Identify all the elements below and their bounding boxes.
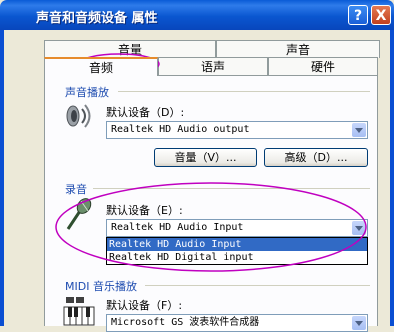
- chevron-down-icon[interactable]: [352, 316, 366, 330]
- speaker-icon: [66, 104, 91, 128]
- midi-icon: [63, 297, 95, 326]
- recording-device-list[interactable]: Realtek HD Audio Input Realtek HD Digita…: [106, 237, 368, 265]
- playback-device-value: Realtek HD Audio output: [111, 124, 250, 135]
- microphone-icon: [66, 198, 92, 230]
- close-button[interactable]: X: [371, 5, 391, 25]
- tab-hardware[interactable]: 硬件: [268, 57, 378, 75]
- sound-playback-group-label: 声音播放: [65, 86, 109, 99]
- group-separator: [145, 285, 370, 286]
- tab-audio[interactable]: 音频: [44, 57, 158, 76]
- group-separator: [93, 188, 370, 189]
- window-border-left: [0, 30, 4, 326]
- tab-voice[interactable]: 语声: [158, 57, 268, 75]
- playback-default-label: 默认设备（D）:: [106, 106, 185, 119]
- recording-group-label: 录音: [65, 183, 87, 196]
- volume-button[interactable]: 音量（V）...: [154, 148, 257, 167]
- tab-volume[interactable]: 音量: [44, 40, 216, 58]
- midi-default-label: 默认设备（F）:: [106, 299, 183, 312]
- midi-device-select[interactable]: Microsoft GS 波表软件合成器: [106, 314, 368, 332]
- list-item[interactable]: Realtek HD Digital input: [107, 251, 367, 264]
- recording-device-select[interactable]: Realtek HD Audio Input: [106, 219, 368, 237]
- recording-default-label: 默认设备（E）:: [106, 204, 183, 217]
- list-item[interactable]: Realtek HD Audio Input: [107, 238, 367, 251]
- window-border-right: [390, 30, 394, 326]
- window-title: 声音和音频设备 属性: [36, 11, 158, 26]
- group-separator: [118, 91, 370, 92]
- recording-device-value: Realtek HD Audio Input: [111, 222, 244, 233]
- chevron-down-icon[interactable]: [352, 221, 366, 235]
- midi-device-value: Microsoft GS 波表软件合成器: [111, 317, 260, 328]
- playback-device-select[interactable]: Realtek HD Audio output: [106, 121, 368, 139]
- advanced-button[interactable]: 高级（D）...: [264, 148, 368, 167]
- chevron-down-icon[interactable]: [352, 123, 366, 137]
- title-bar: 声音和音频设备 属性 ? X: [0, 0, 394, 30]
- midi-group-label: MIDI 音乐播放: [65, 280, 137, 293]
- help-button[interactable]: ?: [348, 5, 368, 25]
- tab-sounds[interactable]: 声音: [216, 40, 380, 58]
